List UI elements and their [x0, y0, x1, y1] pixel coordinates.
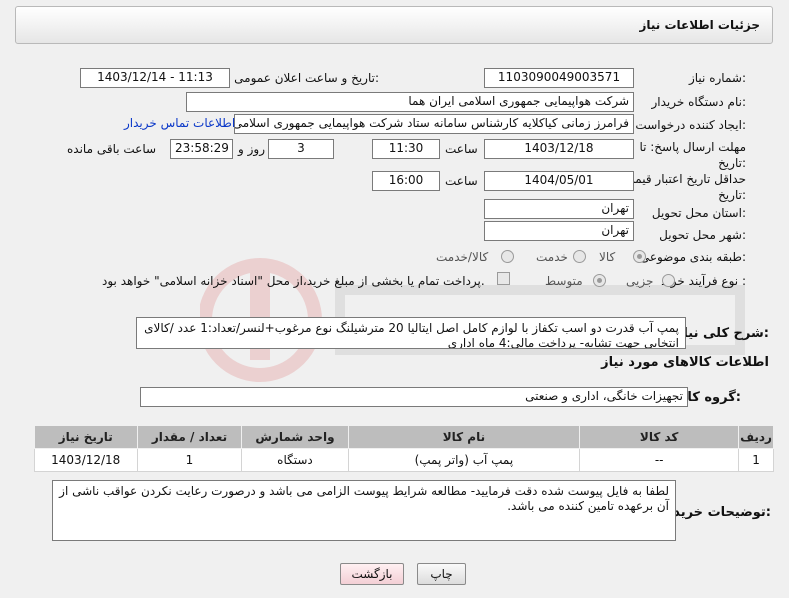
treasury-checkbox-text: پرداخت تمام یا بخشی از مبلغ خرید،از محل …	[102, 274, 485, 288]
treasury-checkbox[interactable]	[497, 272, 510, 285]
deadline-time-field: 11:30	[372, 139, 440, 159]
buyer-notes-label: توضیحات خریدار:	[661, 505, 771, 520]
buyer-notes-textarea[interactable]: لطفا به فایل پیوست شده دقت فرمایید- مطال…	[52, 480, 676, 541]
validity-date-field: 1404/05/01	[484, 171, 634, 191]
validity-time-label: ساعت	[445, 174, 478, 188]
goods-table-header: تاریخ نیاز تعداد / مقدار واحد شمارش نام …	[34, 425, 774, 449]
process-option-medium: متوسط	[545, 274, 583, 288]
province-label: استان محل تحویل:	[651, 206, 746, 220]
validity-label-line2: تاریخ:	[718, 188, 746, 202]
buyer-contact-link[interactable]: اطلاعات تماس خریدار	[124, 116, 235, 130]
deadline-time-label: ساعت	[445, 142, 478, 156]
province-field: تهران	[484, 199, 634, 219]
category-radio-service[interactable]	[573, 250, 586, 263]
need-number-field: 1103090049003571	[484, 68, 634, 88]
process-option-minor: جزیی	[626, 274, 654, 288]
category-option-goods: کالا	[599, 250, 616, 264]
goods-table: تاریخ نیاز تعداد / مقدار واحد شمارش نام …	[34, 425, 774, 472]
validity-time-field: 16:00	[372, 171, 440, 191]
col-need-date: تاریخ نیاز	[34, 425, 138, 449]
category-option-service: خدمت	[536, 250, 568, 264]
cell-goods-name: پمپ آب (واتر پمپ)	[347, 448, 581, 472]
col-goods-name: نام کالا	[347, 425, 581, 449]
cell-goods-code: --	[579, 448, 740, 472]
creator-field: فرامرز زمانی کیاکلایه کارشناس سامانه ستا…	[234, 114, 634, 134]
page-header: جزئیات اطلاعات نیاز	[15, 6, 773, 44]
cell-need-date: 1403/12/18	[34, 448, 138, 472]
category-radio-goods-service[interactable]	[501, 250, 514, 263]
table-row: 1403/12/18 1 دستگاه پمپ آب (واتر پمپ) --…	[34, 448, 774, 472]
creator-label: ایجاد کننده درخواست:	[635, 118, 746, 132]
deadline-label-line2: تاریخ:	[718, 156, 746, 170]
city-label: شهر محل تحویل:	[659, 228, 746, 242]
remaining-days-field: 3	[268, 139, 334, 159]
buyer-org-field: شرکت هواپیمایی جمهوری اسلامی ایران هما	[186, 92, 634, 112]
col-goods-code: کد کالا	[579, 425, 740, 449]
remaining-time-field: 23:58:29	[170, 139, 233, 159]
category-label: طبقه بندی موضوعی:	[639, 250, 746, 264]
announce-date-field: 1403/12/14 - 11:13	[80, 68, 230, 88]
goods-section-title: اطلاعات کالاهای مورد نیاز	[601, 355, 769, 370]
city-field: تهران	[484, 221, 634, 241]
buyer-org-label: نام دستگاه خریدار:	[651, 95, 747, 109]
remaining-time-label: ساعت باقی مانده	[67, 142, 157, 156]
cell-quantity: 1	[136, 448, 243, 472]
category-option-goods-service: کالا/خدمت	[436, 250, 489, 264]
col-row: ردیف	[738, 425, 774, 449]
deadline-date-field: 1403/12/18	[484, 139, 634, 159]
process-radio-minor[interactable]	[662, 274, 675, 287]
back-button[interactable]: بازگشت	[340, 563, 404, 585]
announce-date-label: تاریخ و ساعت اعلان عمومی:	[234, 71, 379, 85]
category-radio-goods[interactable]	[633, 250, 646, 263]
remaining-days-label: روز و	[238, 142, 265, 156]
cell-unit: دستگاه	[241, 448, 349, 472]
summary-label: شرح کلی نیاز:	[675, 326, 769, 341]
deadline-label-line1: مهلت ارسال پاسخ: تا	[639, 140, 746, 154]
col-unit: واحد شمارش	[241, 425, 349, 449]
goods-group-field: تجهیزات خانگی، اداری و صنعتی	[140, 387, 688, 407]
summary-textarea[interactable]: پمپ آب قدرت دو اسب تکفاز با لوازم کامل ا…	[136, 317, 686, 349]
print-button[interactable]: چاپ	[417, 563, 466, 585]
process-radio-medium[interactable]	[593, 274, 606, 287]
page-title: جزئیات اطلاعات نیاز	[639, 18, 760, 32]
col-quantity: تعداد / مقدار	[136, 425, 243, 449]
cell-row: 1	[738, 448, 774, 472]
need-number-label: شماره نیاز:	[688, 71, 746, 85]
